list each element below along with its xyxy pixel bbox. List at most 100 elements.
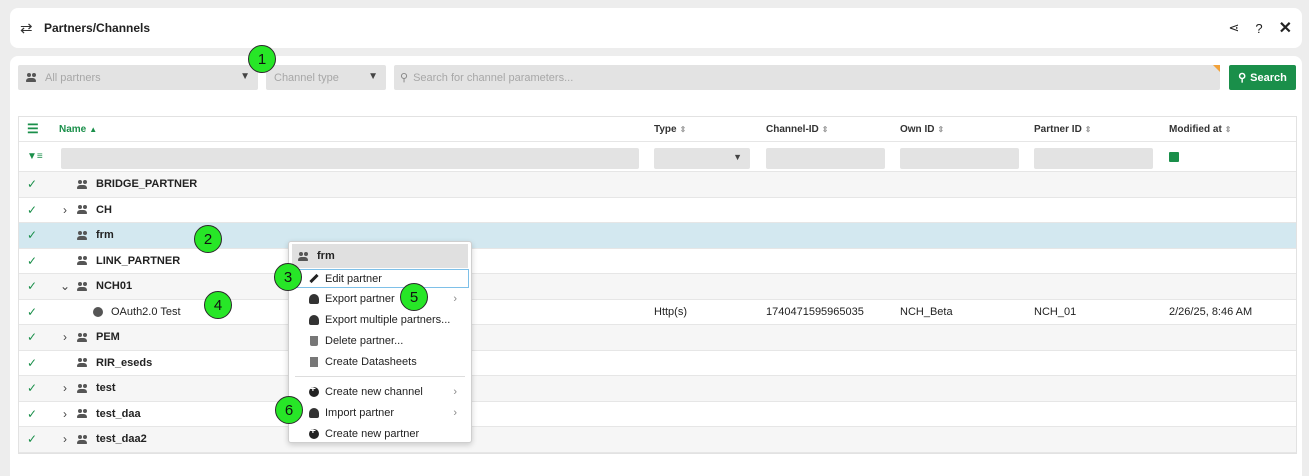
calendar-icon[interactable] — [1169, 152, 1179, 162]
table-row[interactable]: ✓ ›RIR_eseds — [19, 351, 1296, 376]
annotation-badge-5: 5 — [400, 283, 428, 311]
chevron-right-icon[interactable]: › — [59, 381, 71, 395]
close-icon[interactable]: ✕ — [1279, 18, 1292, 38]
table-header-row: ☰ Name ▲ Type ⇕ Channel-ID ⇕ Own ID ⇕ Partne… — [19, 117, 1296, 142]
channel-type-placeholder: Channel type — [274, 71, 339, 84]
menu-item-create-new-channel[interactable]: Create new channel › — [289, 381, 471, 402]
partner-icon — [77, 332, 88, 342]
partner-id-filter-input[interactable] — [1034, 148, 1153, 169]
swap-icon[interactable]: ⇄ — [20, 19, 34, 37]
check-icon: ✓ — [27, 381, 38, 396]
filter-icon[interactable]: ▼≡ — [27, 142, 43, 171]
column-header-partner-id[interactable]: Partner ID ⇕ — [1034, 117, 1092, 141]
list-icon[interactable]: ☰ — [27, 117, 41, 141]
table-row[interactable]: ✓ ›BRIDGE_PARTNER — [19, 172, 1296, 198]
partners-select[interactable]: All partners ▼ — [18, 65, 258, 90]
partner-icon — [77, 205, 88, 215]
row-name: NCH01 — [96, 280, 133, 293]
check-icon: ✓ — [27, 279, 38, 294]
row-name-cell: ⌄ NCH01 — [59, 274, 132, 299]
column-header-own-id[interactable]: Own ID ⇕ — [900, 117, 944, 141]
row-name-cell: › test_daa2 — [59, 427, 147, 452]
chevron-right-icon[interactable]: › — [59, 330, 71, 344]
table-row[interactable]: ✓ › PEM — [19, 325, 1296, 351]
partner-icon — [77, 281, 88, 291]
row-name-cell: ›frm — [59, 223, 114, 248]
table-row[interactable]: ✓ › test_daa2 — [19, 427, 1296, 453]
check-icon: ✓ — [27, 202, 38, 217]
row-name-cell: › PEM — [59, 325, 120, 350]
table-row[interactable]: ✓ › test — [19, 376, 1296, 402]
channel-id-filter-input[interactable] — [766, 148, 885, 169]
annotation-badge-4: 4 — [204, 291, 232, 319]
menu-item-export-partner[interactable]: Export partner › — [289, 288, 471, 309]
chevron-down-icon: ▼ — [368, 71, 378, 82]
menu-item-edit-partner[interactable]: Edit partner — [291, 269, 469, 288]
check-icon: ✓ — [27, 304, 38, 319]
row-name: RIR_eseds — [96, 356, 153, 369]
type-filter-select[interactable]: ▼ — [654, 148, 750, 169]
annotation-badge-3: 3 — [274, 263, 302, 291]
row-name: OAuth2.0 Test — [111, 305, 181, 318]
plus-icon — [309, 426, 319, 439]
search-button[interactable]: ⚲ Search — [1229, 65, 1296, 90]
row-name-cell: › test — [59, 376, 116, 401]
column-header-name[interactable]: Name ▲ — [59, 117, 97, 141]
row-name-cell: › CH — [59, 198, 112, 223]
partner-icon — [77, 409, 88, 419]
column-header-channel-id[interactable]: Channel-ID ⇕ — [766, 117, 828, 141]
annotation-badge-6: 6 — [275, 396, 303, 424]
partner-icon — [77, 358, 88, 368]
chevron-right-icon[interactable]: › — [59, 432, 71, 446]
row-name: frm — [96, 229, 114, 242]
page-header: ⇄ Partners/Channels ⋖ ? ✕ — [10, 8, 1302, 48]
check-icon: ✓ — [27, 253, 38, 268]
chevron-right-icon[interactable]: › — [59, 407, 71, 421]
partner-icon — [298, 251, 309, 261]
partner-icon — [77, 383, 88, 393]
plus-icon — [309, 384, 319, 397]
menu-item-export-multiple-partners[interactable]: Export multiple partners... — [289, 309, 471, 330]
search-icon: ⚲ — [1238, 72, 1247, 84]
row-own-id: NCH_Beta — [900, 305, 953, 318]
menu-item-label: Create Datasheets — [325, 355, 417, 368]
search-button-label: Search — [1250, 71, 1287, 84]
check-icon: ✓ — [27, 228, 38, 243]
page-title: Partners/Channels — [44, 21, 151, 35]
chevron-down-icon[interactable]: ⌄ — [59, 279, 71, 293]
row-name-cell: ›LINK_PARTNER — [59, 249, 180, 274]
column-header-type[interactable]: Type ⇕ — [654, 117, 686, 141]
context-menu-title: frm — [317, 250, 335, 262]
share-icon[interactable]: ⋖ — [1228, 20, 1239, 36]
help-icon[interactable]: ? — [1255, 21, 1262, 36]
document-icon — [310, 356, 318, 367]
table-row[interactable]: ✓ › CH — [19, 198, 1296, 223]
menu-item-label: Edit partner — [325, 272, 382, 285]
menu-item-create-datasheets[interactable]: Create Datasheets — [289, 351, 471, 372]
menu-item-import-partner[interactable]: Import partner › — [289, 402, 471, 423]
table-row[interactable]: ✓ › test_daa — [19, 402, 1296, 427]
menu-item-label: Export multiple partners... — [325, 313, 451, 326]
search-placeholder: Search for channel parameters... — [413, 71, 574, 84]
channel-search-input[interactable]: ⚲ Search for channel parameters... — [394, 65, 1220, 90]
channel-type-select[interactable]: Channel type ▼ — [266, 65, 386, 90]
chevron-right-icon: › — [453, 385, 457, 398]
context-menu-header: frm — [292, 244, 468, 268]
cloud-icon — [309, 407, 319, 418]
menu-item-create-new-partner[interactable]: Create new partner — [289, 423, 471, 444]
partners-placeholder: All partners — [45, 71, 101, 84]
annotation-badge-2: 2 — [194, 225, 222, 253]
chevron-right-icon[interactable]: › — [59, 203, 71, 217]
row-name-cell: ›BRIDGE_PARTNER — [59, 172, 197, 197]
row-modified-at: 2/26/25, 8:46 AM — [1169, 305, 1253, 318]
main-panel: All partners ▼ Channel type ▼ ⚲ Search f… — [10, 56, 1302, 476]
row-name-cell: › test_daa — [59, 402, 141, 427]
partners-table: ☰ Name ▲ Type ⇕ Channel-ID ⇕ Own ID ⇕ Partne… — [18, 116, 1297, 454]
column-header-modified-at[interactable]: Modified at ⇕ — [1169, 117, 1231, 141]
menu-item-label: Create new partner — [325, 427, 420, 440]
name-filter-input[interactable] — [61, 148, 639, 169]
menu-item-delete-partner[interactable]: Delete partner... — [289, 330, 471, 351]
partner-icon — [77, 434, 88, 444]
menu-divider — [295, 376, 465, 377]
own-id-filter-input[interactable] — [900, 148, 1019, 169]
